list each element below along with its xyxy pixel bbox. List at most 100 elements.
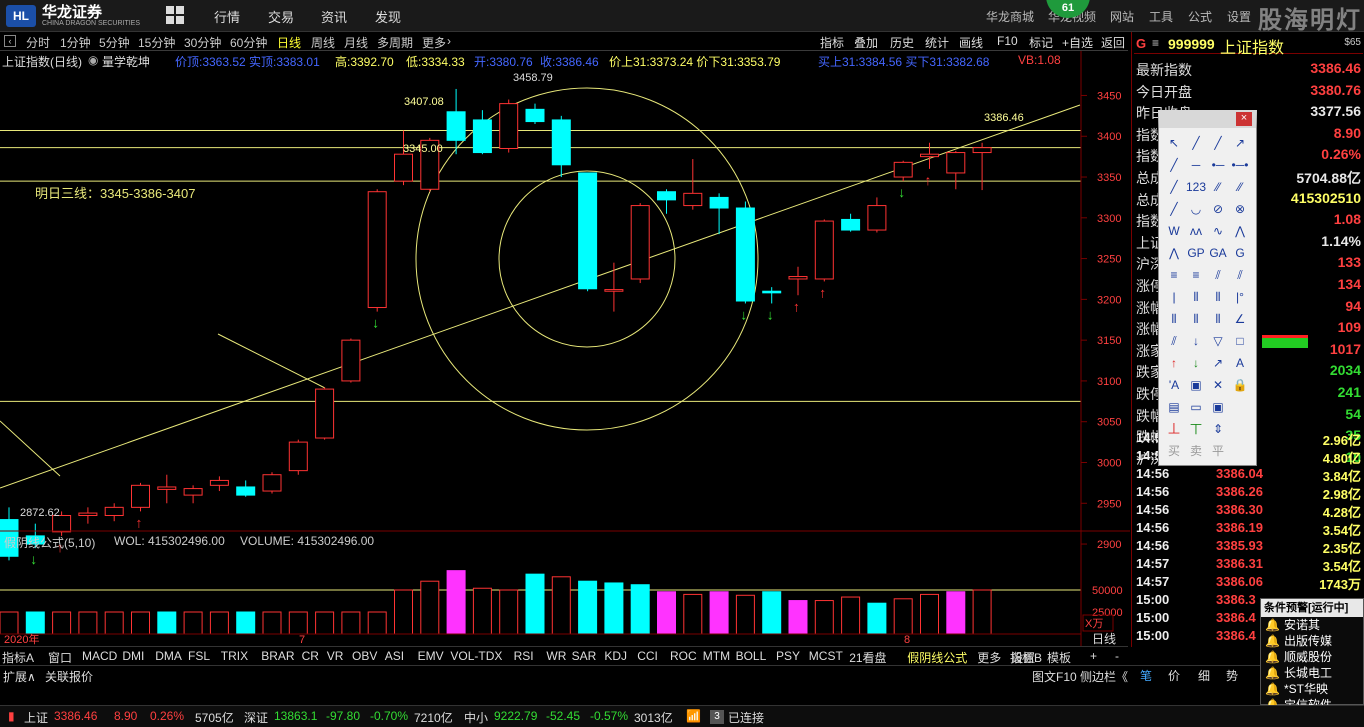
draw-tool-icon[interactable]: ≡ [1163,264,1185,286]
related-quote-tab[interactable]: 关联报价 [45,668,93,685]
menu-website[interactable]: 网站 [1110,8,1134,25]
draw-tool-icon[interactable]: ∠ [1229,308,1251,330]
tool-indicator[interactable]: 指标 [820,34,844,51]
draw-tool-icon[interactable]: W [1163,220,1185,242]
menu-mall[interactable]: 华龙商城 [986,8,1034,25]
draw-tool-icon[interactable]: GP [1185,242,1207,264]
draw-tool-icon[interactable]: ⦀ [1185,286,1207,308]
draw-tool-icon[interactable]: ʌʌ [1185,220,1207,242]
draw-tool-icon[interactable]: ↓ [1185,352,1207,374]
draw-tool-icon[interactable]: 平 [1207,440,1229,462]
indicator-tab[interactable]: BOLL [736,649,767,663]
draw-tool-icon[interactable] [1229,396,1251,418]
draw-tool-icon[interactable]: 🔒 [1229,374,1251,396]
tf-weekly[interactable]: 周线 [311,34,335,51]
tf-30min[interactable]: 30分钟 [184,34,221,51]
collapse-icon[interactable]: ‹ [4,35,16,47]
indicator-tab[interactable]: BRAR [261,649,294,663]
draw-tool-icon[interactable]: ⋀ [1163,242,1185,264]
indicator-tab[interactable]: DMI [122,649,144,663]
tf-5min[interactable]: 5分钟 [99,34,130,51]
tf-multi[interactable]: 多周期 [377,34,413,51]
tf-daily[interactable]: 日线 [277,34,301,51]
tool-add-watchlist[interactable]: +自选 [1062,34,1093,51]
draw-tool-icon[interactable]: ↑ [1163,352,1185,374]
draw-tool-icon[interactable]: 买 [1163,440,1185,462]
indicator-tab[interactable]: EMV [418,649,444,663]
menu-trade[interactable]: 交易 [268,7,294,26]
draw-tool-icon[interactable]: ⫽ [1229,264,1251,286]
draw-tool-icon[interactable]: 123 [1185,176,1207,198]
draw-tool-icon[interactable]: | [1163,286,1185,308]
draw-tool-icon[interactable]: ↗ [1229,132,1251,154]
draw-tool-icon[interactable]: ⊗ [1229,198,1251,220]
indicator-tab[interactable]: CR [302,649,319,663]
chart-title[interactable]: 上证指数(日线) [2,53,82,70]
plugin-name[interactable]: 量学乾坤 [102,53,150,70]
indicator-tab[interactable]: VR [327,649,344,663]
draw-tool-icon[interactable]: ⁄⁄ [1207,176,1229,198]
draw-tool-icon[interactable]: ↓ [1185,330,1207,352]
draw-tool-icon[interactable]: ⁄⁄ [1229,176,1251,198]
tool-drawline[interactable]: 画线 [959,34,983,51]
draw-tool-icon[interactable]: ─ [1185,154,1207,176]
draw-tool-icon[interactable]: ▣ [1207,396,1229,418]
vol-formula-label[interactable]: 假阴线公式(5,10) [4,534,95,551]
draw-tool-icon[interactable]: ▣ [1185,374,1207,396]
menu-tools[interactable]: 工具 [1149,8,1173,25]
tool-mark[interactable]: 标记 [1029,34,1053,51]
indicator-tab[interactable]: MACD [82,649,117,663]
draw-tool-icon[interactable]: A [1229,352,1251,374]
draw-tool-icon[interactable]: GA [1207,242,1229,264]
indicator-tab[interactable]: DMA [155,649,182,663]
indicator-tab[interactable]: TRIX [221,649,248,663]
draw-tool-icon[interactable]: 卖 [1185,440,1207,462]
tf-timeshare[interactable]: 分时 [26,34,50,51]
indicator-tab[interactable]: VOL-TDX [450,649,502,663]
draw-tool-icon[interactable] [1229,440,1251,462]
indicator-tab[interactable]: OBV [352,649,377,663]
indicator-tab[interactable]: WR [546,649,566,663]
indicator-tab[interactable]: 更多 [977,649,1001,666]
tool-history[interactable]: 历史 [890,34,914,51]
menu-formula[interactable]: 公式 [1188,8,1212,25]
sidebar-toggle[interactable]: 图文F10 侧边栏《 [1032,668,1128,685]
sz-label[interactable]: 深证 [244,709,268,726]
indicator-tab[interactable]: 21看盘 [849,649,886,666]
draw-tool-icon[interactable]: ▭ [1185,396,1207,418]
draw-tool-icon[interactable] [1229,418,1251,440]
indicator-right-tab[interactable]: - [1115,649,1119,663]
expand-tab[interactable]: 扩展∧ [3,668,36,685]
indicator-tab[interactable]: 窗口 [48,649,72,666]
draw-tool-icon[interactable]: ▤ [1163,396,1185,418]
tool-back[interactable]: 返回 [1101,34,1125,51]
menu-news[interactable]: 资讯 [321,7,347,26]
draw-tool-icon[interactable]: ✕ [1207,374,1229,396]
indicator-tab[interactable]: MTM [703,649,730,663]
tf-15min[interactable]: 15分钟 [138,34,175,51]
kline-chart[interactable]: ↓↑↑↓↓ ↓↑↑↓↑ 5000025000 345034003350330032… [0,51,1130,646]
draw-tool-icon[interactable]: 丄 [1163,418,1185,440]
draw-tool-icon[interactable]: ∿ [1207,220,1229,242]
indicator-tab[interactable]: SAR [572,649,597,663]
draw-tool-icon[interactable]: ╱ [1185,132,1207,154]
tool-overlay[interactable]: 叠加 [854,34,878,51]
sh-label[interactable]: 上证 [24,709,48,726]
draw-tool-icon[interactable]: ⫽ [1163,330,1185,352]
tab-trend[interactable]: 势 [1226,667,1238,684]
draw-tool-icon[interactable]: G [1229,242,1251,264]
draw-tool-icon[interactable]: •─• [1229,154,1251,176]
draw-tool-icon[interactable]: ▽ [1207,330,1229,352]
close-icon[interactable]: × [1236,112,1252,126]
tab-detail[interactable]: 细 [1198,667,1210,684]
tf-monthly[interactable]: 月线 [344,34,368,51]
indicator-right-tab[interactable]: 模板 [1047,649,1071,666]
draw-tool-icon[interactable]: ≡ [1185,264,1207,286]
menu-market[interactable]: 行情 [214,7,240,26]
indicator-tab[interactable]: CCI [637,649,658,663]
indicator-tab[interactable]: ROC [670,649,697,663]
indicator-tab[interactable]: MCST [809,649,843,663]
draw-tool-icon[interactable]: ↖ [1163,132,1185,154]
tab-trades[interactable]: 笔 [1140,667,1152,684]
alert-item[interactable]: 🔔 *ST华映 [1261,681,1363,697]
